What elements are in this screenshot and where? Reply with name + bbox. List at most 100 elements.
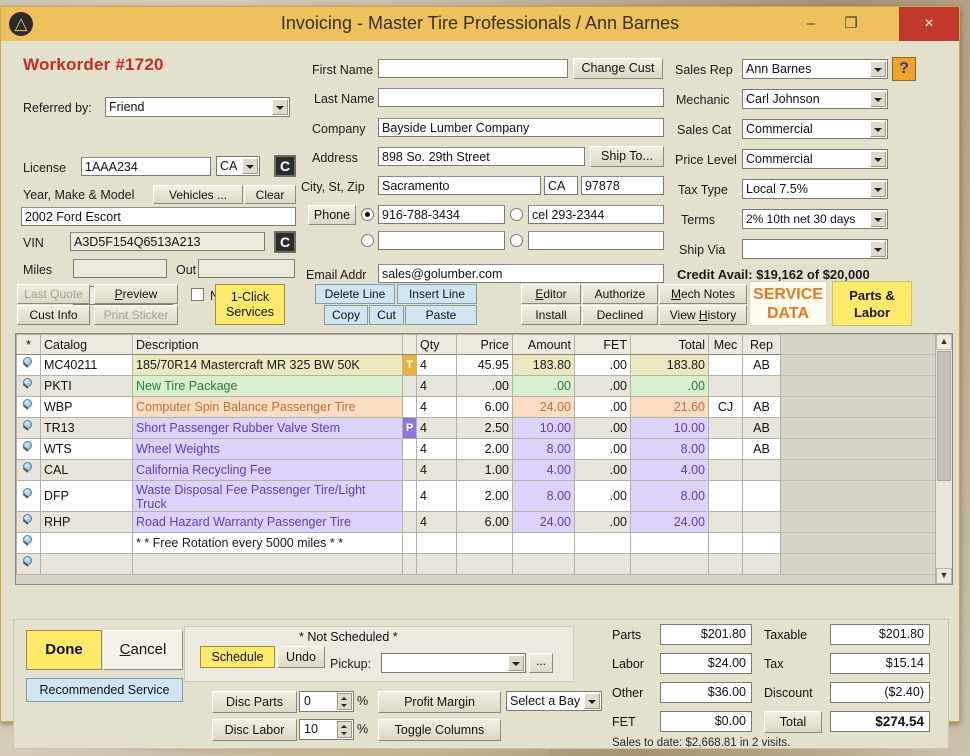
- cell-description[interactable]: California Recycling Fee: [132, 459, 403, 481]
- license-state-combo[interactable]: CA: [216, 156, 260, 176]
- cell-qty[interactable]: 4: [416, 438, 457, 460]
- schedule-button[interactable]: Schedule: [200, 646, 275, 668]
- first-name-input[interactable]: [378, 59, 568, 78]
- phone-button[interactable]: Phone: [308, 205, 356, 225]
- cell-qty[interactable]: 4: [416, 459, 457, 481]
- phone4-input[interactable]: [528, 231, 664, 250]
- cell-price[interactable]: 6.00: [456, 396, 513, 418]
- cell-rep[interactable]: [742, 553, 781, 575]
- cell-qty[interactable]: 4: [416, 511, 457, 533]
- disc-labor-button[interactable]: Disc Labor: [212, 719, 297, 741]
- cell-description[interactable]: Wheel Weights: [132, 438, 403, 460]
- cell-mec[interactable]: [708, 459, 743, 481]
- col-catalog[interactable]: Catalog: [40, 334, 133, 355]
- chevron-up-icon[interactable]: ▲: [936, 334, 952, 350]
- done-button[interactable]: Done: [26, 630, 102, 670]
- help-question-mark-icon[interactable]: ?: [892, 57, 916, 81]
- scrollbar-thumb[interactable]: [937, 351, 951, 481]
- cell-price[interactable]: [456, 553, 513, 575]
- table-row[interactable]: TR13 Short Passenger Rubber Valve Stem P 4 2…: [16, 417, 937, 439]
- referred-by-combo[interactable]: Friend: [105, 97, 290, 117]
- cell-fet[interactable]: .00: [574, 396, 631, 418]
- pickup-browse-button[interactable]: ...: [529, 653, 553, 673]
- terms-combo[interactable]: 2% 10th net 30 days: [742, 209, 888, 229]
- cell-fet[interactable]: [574, 553, 631, 575]
- spinner-arrows-icon[interactable]: [337, 693, 352, 710]
- chevron-down-icon[interactable]: ▼: [936, 568, 952, 584]
- cell-mec[interactable]: [708, 375, 743, 397]
- cell-amount[interactable]: 4.00: [512, 459, 575, 481]
- editor-button[interactable]: Editor: [521, 284, 581, 304]
- vin-lookup-button[interactable]: C: [274, 231, 296, 253]
- close-button[interactable]: ×: [899, 7, 959, 41]
- cell-description[interactable]: Road Hazard Warranty Passenger Tire: [132, 511, 403, 533]
- total-button[interactable]: Total: [764, 711, 822, 733]
- magnifier-icon[interactable]: [16, 438, 41, 460]
- cell-qty[interactable]: 4: [416, 375, 457, 397]
- authorize-button[interactable]: Authorize: [582, 284, 658, 304]
- delete-line-button[interactable]: Delete Line: [315, 284, 395, 304]
- vehicle-input[interactable]: 2002 Ford Escort: [21, 207, 296, 226]
- cell-qty[interactable]: 4: [416, 417, 457, 439]
- cell-price[interactable]: 45.95: [456, 354, 513, 376]
- col-rep[interactable]: Rep: [742, 334, 781, 355]
- col-amount[interactable]: Amount: [512, 334, 575, 355]
- recommended-service-button[interactable]: Recommended Service: [26, 678, 183, 702]
- cell-amount[interactable]: [512, 553, 575, 575]
- maximize-button[interactable]: ❐: [831, 7, 871, 41]
- preview-button[interactable]: Preview: [94, 284, 178, 304]
- phone1-input[interactable]: 916-788-3434: [378, 205, 505, 224]
- minimize-button[interactable]: –: [791, 7, 831, 41]
- email-input[interactable]: sales@golumber.com: [378, 264, 664, 283]
- cell-qty[interactable]: [416, 553, 457, 575]
- grid-vertical-scrollbar[interactable]: ▲ ▼: [935, 334, 952, 584]
- cell-description[interactable]: New Tire Package: [132, 375, 403, 397]
- cell-catalog[interactable]: [40, 532, 133, 554]
- cell-price[interactable]: 2.00: [456, 480, 513, 512]
- cell-qty[interactable]: 4: [416, 480, 457, 512]
- col-mec[interactable]: Mec: [708, 334, 743, 355]
- clear-vehicle-button[interactable]: Clear: [244, 185, 296, 204]
- copy-button[interactable]: Copy: [324, 305, 368, 325]
- ship-via-combo[interactable]: [742, 239, 888, 259]
- cell-fet[interactable]: .00: [574, 438, 631, 460]
- undo-schedule-button[interactable]: Undo: [277, 646, 325, 668]
- col-total[interactable]: Total: [630, 334, 709, 355]
- declined-button[interactable]: Declined: [582, 305, 658, 325]
- last-quote-button[interactable]: Last Quote: [17, 284, 90, 304]
- print-sticker-button[interactable]: Print Sticker: [94, 305, 178, 325]
- disc-parts-stepper[interactable]: 0: [299, 691, 354, 712]
- cust-info-button[interactable]: Cust Info: [17, 305, 90, 325]
- cell-rep[interactable]: AB: [742, 354, 781, 376]
- cell-catalog[interactable]: WBP: [40, 396, 133, 418]
- cell-price[interactable]: 1.00: [456, 459, 513, 481]
- cell-fet[interactable]: .00: [574, 354, 631, 376]
- cell-mec[interactable]: [708, 480, 743, 512]
- cell-price[interactable]: 2.50: [456, 417, 513, 439]
- cell-price[interactable]: .00: [456, 375, 513, 397]
- cancel-button[interactable]: Cancel: [103, 630, 183, 670]
- select-bay-combo[interactable]: Select a Bay: [506, 691, 602, 711]
- insert-line-button[interactable]: Insert Line: [397, 284, 477, 304]
- table-row[interactable]: DFP Waste Disposal Fee Passenger Tire/Lig…: [16, 480, 937, 512]
- cell-fet[interactable]: .00: [574, 375, 631, 397]
- toggle-columns-button[interactable]: Toggle Columns: [378, 719, 501, 741]
- service-data-tab[interactable]: SERVICE DATA: [749, 281, 827, 326]
- phone1-radio[interactable]: [361, 208, 374, 221]
- col-star[interactable]: *: [16, 334, 41, 355]
- cell-catalog[interactable]: PKTI: [40, 375, 133, 397]
- cell-description[interactable]: Computer Spin Balance Passenger Tire: [132, 396, 403, 418]
- line-items-grid[interactable]: * Catalog Description Qty Price Amount F…: [15, 333, 953, 585]
- cell-amount[interactable]: 24.00: [512, 396, 575, 418]
- last-name-input[interactable]: [378, 88, 664, 107]
- cell-catalog[interactable]: [40, 553, 133, 575]
- cell-rep[interactable]: [742, 532, 781, 554]
- col-fet[interactable]: FET: [574, 334, 631, 355]
- cell-rep[interactable]: [742, 511, 781, 533]
- zip-input[interactable]: 97878: [581, 176, 664, 195]
- table-row[interactable]: * * Free Rotation every 5000 miles * *: [16, 532, 937, 554]
- cell-qty[interactable]: 4: [416, 396, 457, 418]
- cell-description[interactable]: * * Free Rotation every 5000 miles * *: [132, 532, 403, 554]
- cell-description[interactable]: [132, 553, 403, 575]
- vehicles-button[interactable]: Vehicles ...: [153, 185, 243, 204]
